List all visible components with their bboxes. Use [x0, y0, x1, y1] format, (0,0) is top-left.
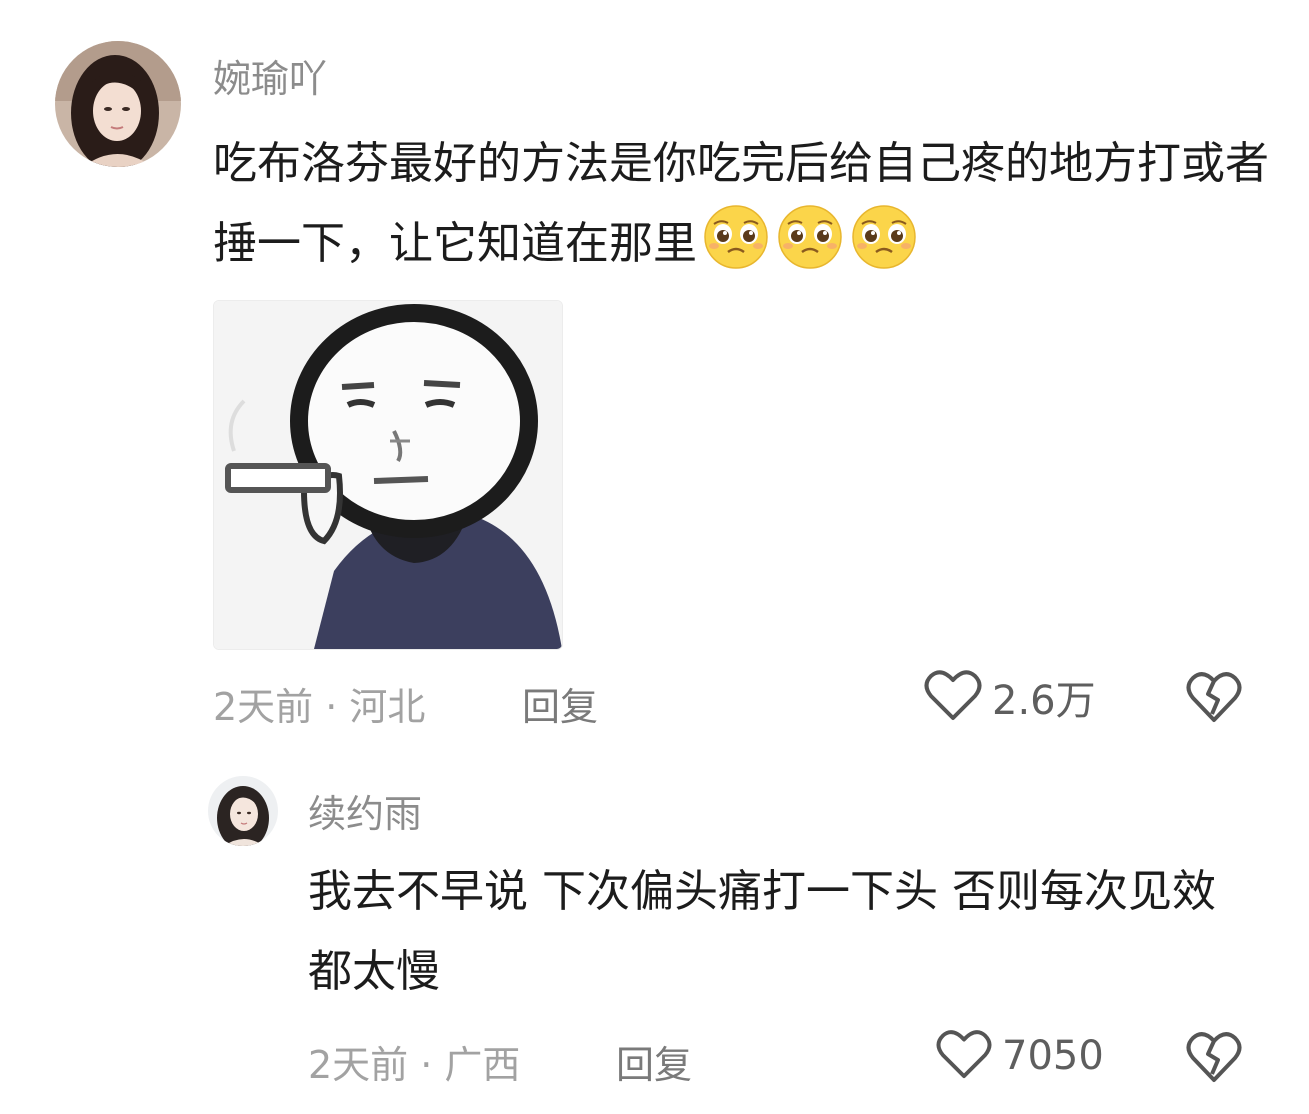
heart-outline-icon: [936, 1028, 992, 1084]
pleading-face-emoji: [701, 204, 771, 296]
comment-text: 吃布洛芬最好的方法是你吃完后给自己疼的地方打或者捶一下，让它知道在那里: [213, 124, 1273, 296]
like-button[interactable]: 2.6万: [924, 668, 1096, 726]
dislike-button[interactable]: [1186, 670, 1242, 728]
reply-button[interactable]: 回复: [522, 676, 598, 731]
like-count: 7050: [1002, 1033, 1104, 1079]
username[interactable]: 续约雨: [308, 783, 422, 838]
comment-meta: 2天前 · 广西: [308, 1043, 521, 1087]
broken-heart-icon: [1186, 1032, 1242, 1088]
heart-outline-icon: [924, 668, 982, 726]
broken-heart-icon: [1186, 672, 1242, 728]
comment-text: 我去不早说 下次偏头痛打一下头 否则每次见效都太慢: [308, 866, 1216, 997]
meme-sticker-image[interactable]: [213, 300, 563, 650]
comment-meta: 2天前 · 河北: [213, 685, 426, 729]
dislike-button[interactable]: [1186, 1030, 1242, 1088]
like-count: 2.6万: [992, 678, 1096, 724]
avatar-xuyueyu[interactable]: [208, 776, 278, 846]
username[interactable]: 婉瑜吖: [213, 48, 327, 103]
pleading-face-emoji: [775, 204, 845, 296]
reply-button[interactable]: 回复: [616, 1034, 692, 1089]
pleading-face-emoji: [849, 204, 919, 296]
avatar-wanyu[interactable]: [55, 41, 181, 167]
like-button[interactable]: 7050: [936, 1028, 1104, 1084]
